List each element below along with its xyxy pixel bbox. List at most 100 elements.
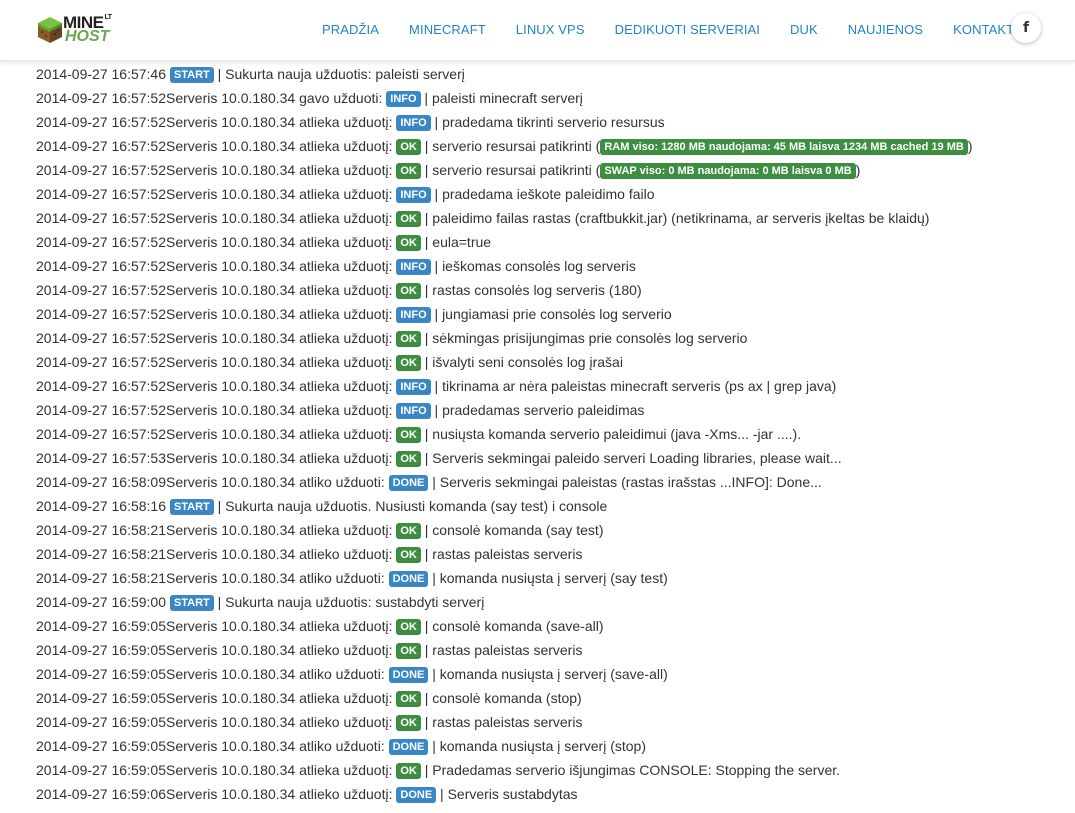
log-message: | komanda nusiųsta į serverį (stop) [428,738,646,754]
log-message: | Pradedamas serverio išjungimas CONSOLE… [420,762,841,778]
log-message: | Serveris sustabdytas [436,786,578,802]
log-badge-ok: OK [396,619,421,635]
log-message: | consolė komanda (stop) [420,690,582,706]
log-timestamp: 2014-09-27 16:57:52 [36,426,166,442]
log-server-text: Serveris 10.0.180.34 atlieka užduotį: [166,210,397,226]
log-message: | išvalyti seni consolės log įrašai [420,354,623,370]
log-row: 2014-09-27 16:58:09Serveris 10.0.180.34 … [36,470,972,494]
log-message: | rastas paleistas serveris [420,642,583,658]
log-row: 2014-09-27 16:57:53Serveris 10.0.180.34 … [36,446,972,470]
log-badge-ok: OK [396,715,421,731]
log-row: 2014-09-27 16:59:05Serveris 10.0.180.34 … [36,662,972,686]
nav-naujienos[interactable]: NAUJIENOS [848,22,923,42]
log-badge-ok: OK [396,331,421,347]
log-server-text: Serveris 10.0.180.34 atlieka užduotį: [166,138,397,154]
log-message: | rastas paleistas serveris [420,546,583,562]
log-row: 2014-09-27 16:57:52Serveris 10.0.180.34 … [36,158,972,182]
log-server-text: Serveris 10.0.180.34 atliko užduoti: [166,474,389,490]
log-server-text: Serveris 10.0.180.34 atlieko užduotį: [166,546,397,562]
log-badge-done: DONE [388,571,429,587]
nav-linux-vps[interactable]: LINUX VPS [516,22,585,42]
log-row: 2014-09-27 16:58:21Serveris 10.0.180.34 … [36,566,972,590]
log-timestamp: 2014-09-27 16:57:52 [36,90,166,106]
log-badge-start: START [169,595,214,611]
log-row: 2014-09-27 16:57:52Serveris 10.0.180.34 … [36,86,972,110]
log-row: 2014-09-27 16:57:52Serveris 10.0.180.34 … [36,278,972,302]
log-server-text: Serveris 10.0.180.34 atlieka užduotį: [166,114,397,130]
log-timestamp: 2014-09-27 16:58:21 [36,546,166,562]
log-message: | eula=true [420,234,492,250]
log-server-text: Serveris 10.0.180.34 atlieka užduotį: [166,282,397,298]
log-message: | komanda nusiųsta į serverį (save-all) [428,666,668,682]
log-row: 2014-09-27 16:58:16 START | Sukurta nauj… [36,494,972,518]
log-badge-ok: OK [396,691,421,707]
log-server-text: Serveris 10.0.180.34 atlieko užduotį: [166,786,397,802]
log-timestamp: 2014-09-27 16:57:52 [36,306,166,322]
log-message: | rastas consolės log serveris (180) [420,282,642,298]
nav-minecraft[interactable]: MINECRAFT [409,22,486,42]
log-row: 2014-09-27 16:57:52Serveris 10.0.180.34 … [36,326,972,350]
log-message: | pradedama tikrinti serverio resursus [430,114,665,130]
log-row: 2014-09-27 16:58:21Serveris 10.0.180.34 … [36,542,972,566]
log-server-text: Serveris 10.0.180.34 atlieka užduotį: [166,306,397,322]
log-timestamp: 2014-09-27 16:57:53 [36,450,166,466]
log-message: | Sukurta nauja užduotis: paleisti serve… [213,66,465,82]
log-row: 2014-09-27 16:57:52Serveris 10.0.180.34 … [36,350,972,374]
log-row: 2014-09-27 16:57:52Serveris 10.0.180.34 … [36,254,972,278]
log-timestamp: 2014-09-27 16:57:52 [36,234,166,250]
log-row: 2014-09-27 16:57:46 START | Sukurta nauj… [36,62,972,86]
log-row: 2014-09-27 16:58:21Serveris 10.0.180.34 … [36,518,972,542]
log-server-text: Serveris 10.0.180.34 atlieka užduotį: [166,258,397,274]
minehost-logo[interactable]: MINELT HOST [37,14,127,48]
log-message-end: ) [855,162,861,178]
log-timestamp: 2014-09-27 16:57:52 [36,282,166,298]
log-message: | consolė komanda (say test) [420,522,604,538]
log-badge-info: INFO [396,115,431,131]
log-timestamp: 2014-09-27 16:59:05 [36,618,166,634]
log-timestamp: 2014-09-27 16:57:52 [36,330,166,346]
log-timestamp: 2014-09-27 16:59:05 [36,690,166,706]
log-timestamp: 2014-09-27 16:57:46 [36,66,170,82]
log-message: | Serveris sekmingai paleido serveri Loa… [420,450,842,466]
site-header: MINELT HOST PRADŽIA MINECRAFT LINUX VPS … [0,0,1075,61]
facebook-icon[interactable]: f [1011,13,1041,43]
log-server-text: Serveris 10.0.180.34 atlieka užduotį: [166,522,397,538]
log-timestamp: 2014-09-27 16:59:05 [36,642,166,658]
log-server-text: Serveris 10.0.180.34 atlieko užduotį: [166,642,397,658]
log-server-text: Serveris 10.0.180.34 atlieka užduotį: [166,234,397,250]
log-row: 2014-09-27 16:57:52Serveris 10.0.180.34 … [36,398,972,422]
log-timestamp: 2014-09-27 16:57:52 [36,378,166,394]
log-message: | serverio resursai patikrinti ( [420,138,601,154]
log-row: 2014-09-27 16:59:00 START | Sukurta nauj… [36,590,972,614]
log-message: | paleidimo failas rastas (craftbukkit.j… [420,210,930,226]
log-message: | tikrinama ar nėra paleistas minecraft … [430,378,837,394]
log-badge-done: DONE [396,787,437,803]
log-message: | consolė komanda (save-all) [420,618,604,634]
log-timestamp: 2014-09-27 16:58:16 [36,498,170,514]
log-badge-start: START [169,67,214,83]
log-timestamp: 2014-09-27 16:57:52 [36,402,166,418]
log-message: | pradedama ieškote paleidimo failo [430,186,655,202]
log-timestamp: 2014-09-27 16:57:52 [36,210,166,226]
log-timestamp: 2014-09-27 16:57:52 [36,258,166,274]
log-row: 2014-09-27 16:59:05Serveris 10.0.180.34 … [36,758,972,782]
log-message: | Serveris sekmingai paleistas (rastas i… [428,474,822,490]
main-nav: PRADŽIA MINECRAFT LINUX VPS DEDIKUOTI SE… [307,22,1041,42]
nav-dedikuoti-serveriai[interactable]: DEDIKUOTI SERVERIAI [615,22,760,42]
log-row: 2014-09-27 16:57:52Serveris 10.0.180.34 … [36,374,972,398]
log-badge-info: INFO [386,91,421,107]
log-row: 2014-09-27 16:59:05Serveris 10.0.180.34 … [36,686,972,710]
log-message: | pradedamas serverio paleidimas [430,402,645,418]
log-badge-ok: OK [396,283,421,299]
log-message: | jungiamasi prie consolės log serverio [430,306,672,322]
nav-duk[interactable]: DUK [790,22,818,42]
log-badge-ok: OK [396,427,421,443]
resource-badge: RAM viso: 1280 MB naudojama: 45 MB laisv… [600,139,968,155]
log-server-text: Serveris 10.0.180.34 atlieka užduotį: [166,618,397,634]
log-message: | nusiųsta komanda serverio paleidimui (… [420,426,802,442]
log-row: 2014-09-27 16:59:05Serveris 10.0.180.34 … [36,710,972,734]
resource-badge: SWAP viso: 0 MB naudojama: 0 MB laisva 0… [600,163,856,179]
log-badge-start: START [169,499,214,515]
log-badge-ok: OK [396,139,421,155]
nav-pradzia[interactable]: PRADŽIA [322,22,379,42]
